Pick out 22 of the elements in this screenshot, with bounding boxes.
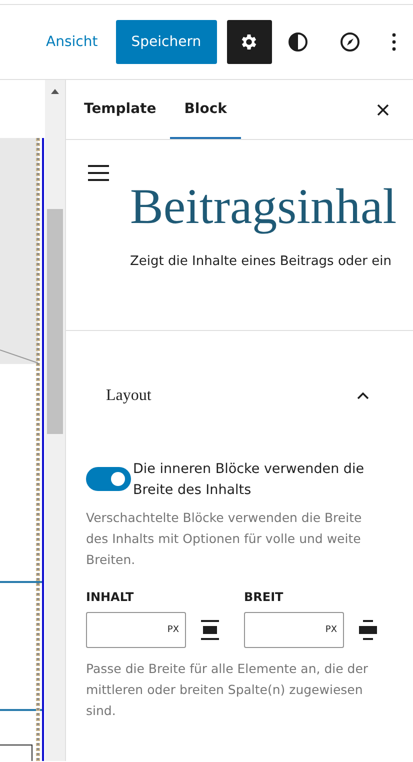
block-title: Beitragsinhal (130, 177, 398, 236)
sidebar-tab[interactable]: Block (170, 80, 241, 139)
toggle-label: Die inneren Blöcke verwenden die Breite des Inhalts (133, 460, 366, 500)
menu-icon (88, 164, 110, 182)
save-button[interactable]: Speichern (116, 20, 217, 64)
width-field[interactable]: PX (86, 612, 186, 648)
panel-title: Layout (105, 387, 152, 405)
content-width-icon[interactable] (200, 618, 220, 642)
help-text: Passe die Breite für alle Elemente an, die der mittleren oder breiten Spalte(n) zugewiesen sind. (86, 660, 370, 720)
toggle-switch[interactable] (86, 467, 131, 491)
close-icon[interactable] (375, 102, 391, 118)
help-text: Verschachtelte Blöcke verwenden die Breite des Inhalts mit Optionen für volle und weite Breiten. (86, 509, 363, 569)
block-description: Zeigt die Inhalte eines Beitrags oder ein (130, 254, 392, 269)
view-link[interactable]: Ansicht (46, 34, 98, 50)
settings-button[interactable] (226, 20, 272, 64)
field-label: BREIT (244, 590, 284, 604)
sidebar-tab[interactable]: Template (70, 80, 170, 139)
wide-width-icon[interactable] (358, 618, 378, 642)
scrollbar[interactable] (45, 80, 65, 761)
field-label: INHALT (86, 590, 135, 604)
scroll-up-arrow-icon[interactable] (51, 89, 59, 94)
width-field[interactable]: PX (244, 612, 344, 648)
